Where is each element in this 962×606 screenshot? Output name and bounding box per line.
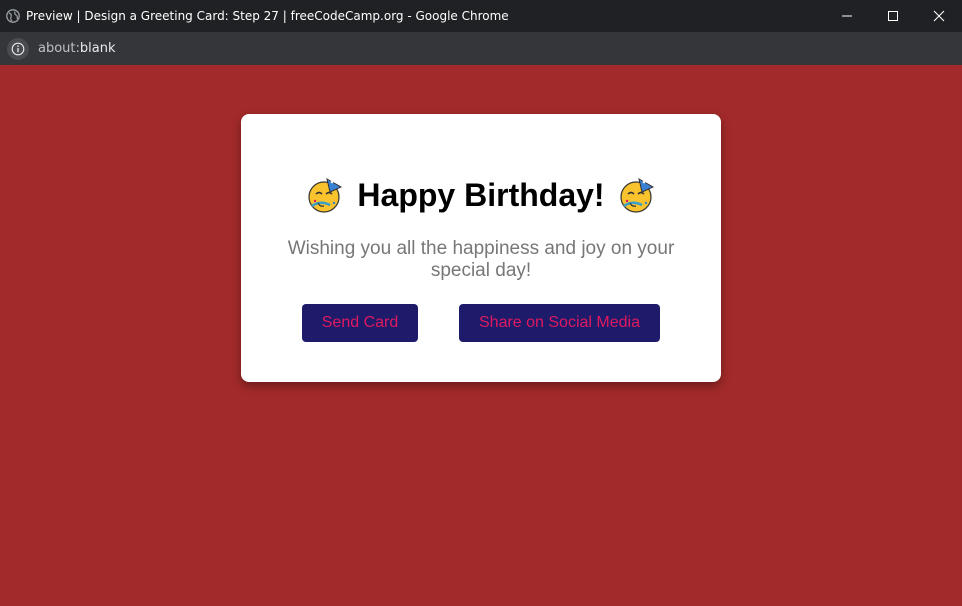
title-bar: Preview | Design a Greeting Card: Step 2… [0, 0, 962, 32]
heading-text: Happy Birthday! [357, 176, 605, 213]
maximize-button[interactable] [870, 0, 916, 32]
partying-face-emoji-icon [619, 177, 654, 213]
page-viewport: Happy Birthday! Wishing you all the happ… [0, 65, 962, 606]
maximize-icon [888, 11, 898, 21]
window-title: Preview | Design a Greeting Card: Step 2… [26, 9, 509, 23]
info-icon [11, 42, 25, 55]
card-heading: Happy Birthday! [241, 176, 721, 214]
globe-icon [6, 9, 20, 23]
browser-window: Preview | Design a Greeting Card: Step 2… [0, 0, 962, 606]
url-scheme: about: [38, 41, 80, 56]
url-field[interactable]: about:blank [38, 41, 116, 56]
address-bar: about:blank [0, 32, 962, 65]
minimize-button[interactable] [824, 0, 870, 32]
minimize-icon [842, 15, 852, 17]
greeting-card: Happy Birthday! Wishing you all the happ… [241, 114, 721, 382]
url-host: blank [79, 41, 116, 56]
share-social-media-button[interactable]: Share on Social Media [459, 304, 660, 342]
site-info-button[interactable] [7, 37, 29, 60]
close-icon [933, 10, 945, 22]
partying-face-emoji-icon [308, 177, 343, 213]
card-message: Wishing you all the happiness and joy on… [287, 238, 675, 281]
send-card-button[interactable]: Send Card [302, 304, 418, 342]
window-controls [824, 0, 962, 32]
close-button[interactable] [916, 0, 962, 32]
